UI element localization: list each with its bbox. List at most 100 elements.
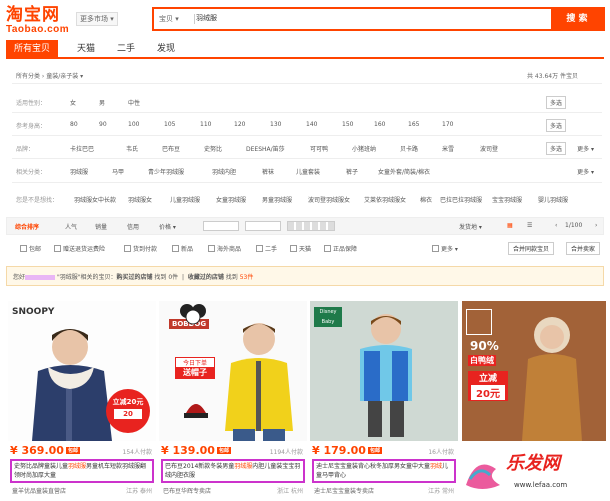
more-checks-dropdown[interactable]: 更多 ▾	[432, 244, 458, 253]
filter-option[interactable]: 105	[164, 121, 175, 128]
filter-option[interactable]: 儿童套装	[296, 167, 320, 176]
price-range-chart[interactable]	[287, 221, 335, 231]
sort-popularity[interactable]: 人气	[65, 222, 77, 231]
filter-option[interactable]: 160	[374, 121, 385, 128]
filter-option[interactable]: 裤子	[346, 167, 358, 176]
sort-price[interactable]: 价格 ▾	[159, 222, 176, 231]
suggest-link[interactable]: 羽绒服女	[128, 195, 152, 204]
suggest-link[interactable]: 宝宝羽绒服	[492, 195, 522, 204]
filter-option[interactable]: 165	[408, 121, 419, 128]
filter-option[interactable]: 130	[270, 121, 281, 128]
checkbox-return-insurance[interactable]: 赠送退货运费险	[54, 244, 105, 253]
search-category-select[interactable]: 宝贝 ▾	[157, 12, 181, 26]
multi-select-button[interactable]: 多选	[545, 119, 566, 132]
product-card[interactable]: BOBDOG 今日下单 送帽子 ¥ 139.00 包邮 1194人付款 巴布豆201…	[159, 301, 307, 495]
filter-option[interactable]: 男	[99, 98, 105, 107]
search-divider	[194, 14, 195, 24]
product-card[interactable]: SNOOPY 立减20元 20 ¥ 369.00 包邮 154人付款 史努比品牌童装…	[8, 301, 156, 495]
tab-discover[interactable]: 发现	[148, 40, 184, 59]
prev-page-icon[interactable]: ‹	[555, 222, 557, 229]
sort-credit[interactable]: 信用	[127, 222, 139, 231]
next-page-icon[interactable]: ›	[595, 222, 597, 229]
price-min-input[interactable]	[203, 221, 239, 231]
ship-from-dropdown[interactable]: 发货地 ▾	[459, 222, 482, 231]
more-button[interactable]: 更多 ▾	[577, 167, 594, 176]
merge-sellers-button[interactable]: 合并卖家	[566, 242, 601, 255]
suggest-link[interactable]: 巴拉巴拉羽绒服	[440, 195, 482, 204]
filter-option[interactable]: 140	[306, 121, 317, 128]
breadcrumb-root[interactable]: 所有分类	[16, 73, 40, 80]
checkbox-authentic[interactable]: 正品保障	[324, 244, 357, 253]
search-button[interactable]: 搜 索	[551, 9, 603, 29]
checkbox-tmall[interactable]: 天猫	[290, 244, 311, 253]
filter-option[interactable]: 120	[234, 121, 245, 128]
suggest-link[interactable]: 男童羽绒服	[262, 195, 292, 204]
filter-option[interactable]: 110	[200, 121, 211, 128]
merge-same-items-button[interactable]: 合并同款宝贝	[508, 242, 555, 255]
multi-select-button[interactable]: 多选	[545, 142, 566, 155]
product-image[interactable]: BOBDOG 今日下单 送帽子	[159, 301, 307, 441]
checkbox-new[interactable]: 新品	[172, 244, 193, 253]
product-image[interactable]: Disney Baby	[310, 301, 458, 441]
product-title[interactable]: 迪士尼宝宝童装背心秋冬加厚男女童中大童羽绒儿童马甲背心	[312, 459, 456, 483]
filter-option[interactable]: 米雪	[442, 144, 454, 153]
suggest-link[interactable]: 女童羽绒服	[216, 195, 246, 204]
search-input[interactable]: 羽绒服	[196, 13, 217, 23]
filter-option[interactable]: 170	[442, 121, 453, 128]
sort-default[interactable]: 综合排序	[15, 222, 39, 231]
checkbox-overseas[interactable]: 海外商品	[208, 244, 241, 253]
product-card[interactable]: Disney Baby ¥ 179.00 包邮 16人付款 迪士尼宝宝童装背心秋冬…	[310, 301, 458, 495]
breadcrumb-current[interactable]: 童装/亲子装	[46, 73, 78, 80]
filter-option[interactable]: 马甲	[112, 167, 124, 176]
filter-option[interactable]: 卡拉巴巴	[70, 144, 94, 153]
filter-option[interactable]: 中性	[128, 98, 140, 107]
list-view-icon[interactable]: ☰	[527, 222, 532, 229]
sort-sales[interactable]: 销量	[95, 222, 107, 231]
filter-option[interactable]: 羽绒内胆	[212, 167, 236, 176]
filter-option[interactable]: 青少年羽绒服	[148, 167, 184, 176]
more-markets-dropdown[interactable]: 更多市场 ▾	[76, 12, 118, 26]
filter-option[interactable]: 波司登	[480, 144, 498, 153]
product-image[interactable]: 90% 白鸭绒 立减 20元	[462, 301, 606, 441]
filter-option[interactable]: 小猪班纳	[352, 144, 376, 153]
filter-option[interactable]: 女	[70, 98, 76, 107]
checkbox-free-shipping[interactable]: 包邮	[20, 244, 41, 253]
total-count: 共 43.64万 件宝贝	[527, 73, 578, 80]
filter-option[interactable]: 90	[99, 121, 107, 128]
filter-option[interactable]: 女童外套/简装/棉衣	[378, 167, 430, 176]
filter-option[interactable]: 贝卡路	[400, 144, 418, 153]
tab-all-items[interactable]: 所有宝贝	[6, 40, 58, 59]
filter-option[interactable]: 可可鸭	[310, 144, 328, 153]
product-title[interactable]: 史努比品牌童装儿童羽绒服男童机车短款羽绒服翻领时尚加厚大童	[10, 459, 154, 483]
shop-name[interactable]: 童羊优品童装直营店	[12, 486, 66, 495]
suggest-link[interactable]: 波司登羽绒服女	[308, 195, 350, 204]
more-button[interactable]: 更多 ▾	[577, 144, 594, 153]
filter-option[interactable]: 羽绒服	[70, 167, 88, 176]
shop-name[interactable]: 迪士尼宝宝童装专卖店	[314, 486, 374, 495]
price-max-input[interactable]	[245, 221, 281, 231]
suggest-link[interactable]: 艾莱依羽绒服女	[364, 195, 406, 204]
product-title[interactable]: 巴布豆2014新款冬装男童羽绒服内胆儿童装宝宝羽绒内胆衣服	[161, 459, 305, 483]
filter-option[interactable]: 80	[70, 121, 78, 128]
filter-option[interactable]: 100	[128, 121, 139, 128]
filter-option[interactable]: 巴布豆	[162, 144, 180, 153]
suggest-link[interactable]: 羽绒服女中长款	[74, 195, 116, 204]
shop-name[interactable]: 巴布豆华辉专卖店	[163, 486, 211, 495]
suggest-link[interactable]: 婴儿羽绒服	[538, 195, 568, 204]
multi-select-button[interactable]: 多选	[545, 96, 566, 109]
filter-option[interactable]: 150	[342, 121, 353, 128]
tab-secondhand[interactable]: 二手	[108, 40, 144, 59]
filter-option[interactable]: 史努比	[204, 144, 222, 153]
filter-option[interactable]: 韦氏	[126, 144, 138, 153]
suggest-link[interactable]: 儿童羽绒服	[170, 195, 200, 204]
grid-view-icon[interactable]: ▦	[507, 222, 513, 229]
tab-tmall[interactable]: 天猫	[68, 40, 104, 59]
taobao-logo[interactable]: 淘宝网 Taobao.com	[6, 6, 72, 36]
suggest-link[interactable]: 棉衣	[420, 195, 432, 204]
checkbox-cod[interactable]: 货到付款	[124, 244, 157, 253]
checkbox-secondhand[interactable]: 二手	[256, 244, 277, 253]
personal-notice-bar: 您好 "羽绒服"相关的宝贝：购买过的店铺 找到 0件 | 收藏过的店铺 找到 5…	[6, 266, 604, 286]
filter-option[interactable]: 裤袜	[262, 167, 274, 176]
product-image[interactable]: SNOOPY 立减20元 20	[8, 301, 156, 441]
filter-option[interactable]: DEESHA/笛莎	[246, 144, 285, 153]
